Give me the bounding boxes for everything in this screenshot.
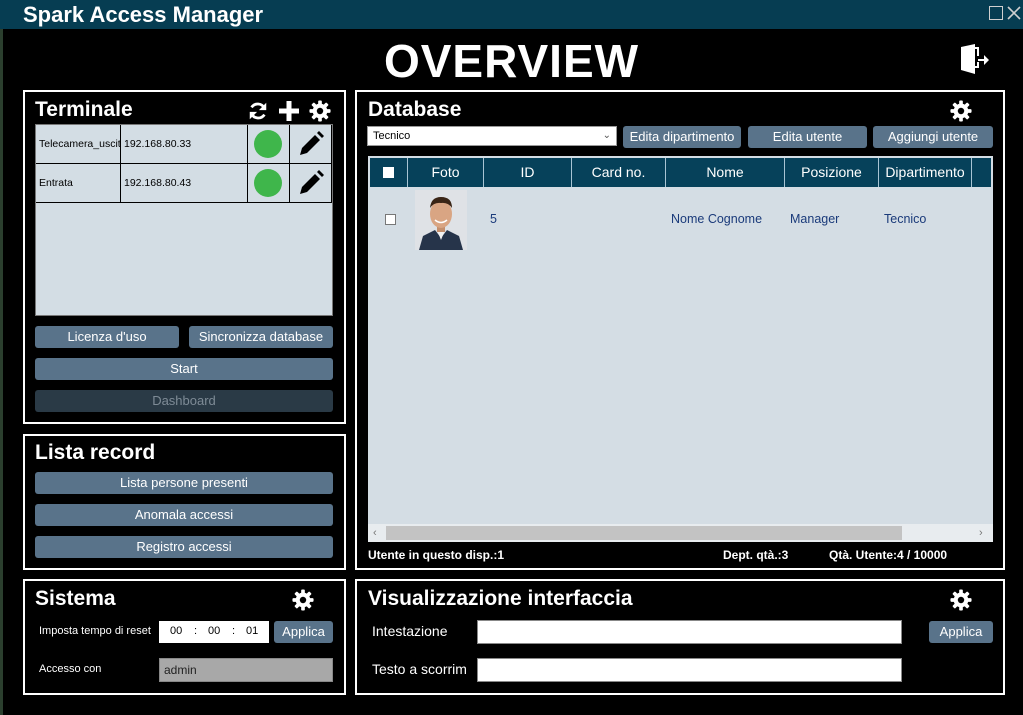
database-title: Database <box>368 98 462 121</box>
time-hours[interactable]: 00 <box>170 625 182 637</box>
row-checkbox[interactable] <box>385 214 396 225</box>
reset-time-label: Imposta tempo di reset <box>39 625 151 637</box>
column-header[interactable]: Posizione <box>785 158 879 187</box>
terminal-name: Telecamera_uscita <box>36 125 121 164</box>
department-select-value: Tecnico <box>373 130 411 142</box>
edit-user-button[interactable]: Edita utente <box>748 126 867 148</box>
department-count-status: Dept. qtà.:3 <box>723 548 789 562</box>
access-log-button[interactable]: Registro accessi <box>35 536 333 558</box>
reset-time-input[interactable]: 00 : 00 : 01 <box>159 621 269 643</box>
edit-department-button[interactable]: Edita dipartimento <box>623 126 741 148</box>
add-terminal-icon[interactable] <box>278 100 300 122</box>
title-bar: Spark Access Manager <box>0 0 1023 29</box>
apply-interface-button[interactable]: Applica <box>929 621 993 643</box>
lista-record-title: Lista record <box>35 441 156 464</box>
license-button[interactable]: Licenza d'uso <box>35 326 179 348</box>
close-icon[interactable] <box>1007 6 1021 20</box>
column-header[interactable]: Card no. <box>572 158 666 187</box>
access-with-label: Accesso con <box>39 663 102 675</box>
pencil-icon[interactable] <box>297 130 325 158</box>
terminale-title: Terminale <box>35 98 133 121</box>
department-select[interactable]: Tecnico ⌄ <box>367 126 617 146</box>
user-position: Manager <box>790 212 840 226</box>
column-header[interactable]: Foto <box>408 158 484 187</box>
scroll-right-icon[interactable]: › <box>979 524 983 542</box>
terminal-ip: 192.168.80.33 <box>121 125 248 164</box>
interface-title: Visualizzazione interfaccia <box>368 587 633 610</box>
terminal-list: Telecamera_uscita 192.168.80.33 Entrata … <box>35 124 333 316</box>
users-in-device-status: Utente in questo disp.:1 <box>368 548 505 562</box>
sync-database-button[interactable]: Sincronizza database <box>189 326 333 348</box>
column-header[interactable]: Dipartimento <box>879 158 972 187</box>
window-edge <box>0 29 3 715</box>
terminal-edit-cell[interactable] <box>290 164 332 203</box>
gear-icon[interactable] <box>292 589 314 611</box>
page-title: OVERVIEW <box>383 35 640 87</box>
table-header: Foto ID Card no. Nome Posizione Dipartim… <box>370 158 991 187</box>
scroll-text-label: Testo a scorrimento <box>372 661 467 677</box>
user-table: Foto ID Card no. Nome Posizione Dipartim… <box>368 156 993 542</box>
scroll-text-input[interactable] <box>477 658 902 682</box>
user-photo <box>415 190 467 250</box>
column-header[interactable]: ID <box>484 158 572 187</box>
terminal-ip: 192.168.80.43 <box>121 164 248 203</box>
terminal-edit-cell[interactable] <box>290 125 332 164</box>
access-user-field: admin <box>159 658 333 682</box>
gear-icon[interactable] <box>950 100 972 122</box>
terminal-status-cell <box>248 125 290 164</box>
column-header[interactable]: Nome <box>666 158 785 187</box>
app-title: Spark Access Manager <box>23 2 264 27</box>
apply-reset-button[interactable]: Applica <box>274 621 333 643</box>
select-all-checkbox[interactable] <box>383 167 394 178</box>
time-sep-1: : <box>194 625 198 637</box>
time-minutes[interactable]: 00 <box>208 625 220 637</box>
pencil-icon[interactable] <box>297 169 325 197</box>
terminal-name: Entrata <box>36 164 121 203</box>
header-text-label: Intestazione <box>372 623 448 639</box>
refresh-icon[interactable] <box>247 100 269 122</box>
status-online-icon <box>254 169 282 197</box>
chevron-down-icon: ⌄ <box>602 130 611 141</box>
user-count-status: Qtà. Utente:4 / 10000 <box>829 548 948 562</box>
user-department: Tecnico <box>884 212 927 226</box>
time-sep-2: : <box>232 625 236 637</box>
exit-icon[interactable] <box>958 43 990 75</box>
table-row[interactable]: 5 Nome Cognome Manager Tecnico <box>370 190 991 252</box>
gear-icon[interactable] <box>309 100 331 122</box>
terminal-row[interactable]: Entrata 192.168.80.43 <box>36 164 332 203</box>
start-button[interactable]: Start <box>35 358 333 380</box>
user-name: Nome Cognome <box>671 212 763 226</box>
add-user-button[interactable]: Aggiungi utente <box>873 126 993 148</box>
anomaly-button[interactable]: Anomala accessi <box>35 504 333 526</box>
present-list-button[interactable]: Lista persone presenti <box>35 472 333 494</box>
scroll-thumb[interactable] <box>386 526 902 540</box>
user-id: 5 <box>490 212 497 226</box>
sistema-title: Sistema <box>35 587 116 610</box>
status-online-icon <box>254 130 282 158</box>
terminal-status-cell <box>248 164 290 203</box>
select-all-cell <box>370 158 408 187</box>
scroll-left-icon[interactable]: ‹ <box>373 524 377 542</box>
header-text-input[interactable] <box>477 620 902 644</box>
dashboard-button: Dashboard <box>35 390 333 412</box>
terminal-row[interactable]: Telecamera_uscita 192.168.80.33 <box>36 125 332 164</box>
time-seconds[interactable]: 01 <box>246 625 258 637</box>
gear-icon[interactable] <box>950 589 972 611</box>
horizontal-scrollbar[interactable]: ‹ › <box>368 524 993 542</box>
maximize-icon[interactable] <box>989 6 1003 20</box>
